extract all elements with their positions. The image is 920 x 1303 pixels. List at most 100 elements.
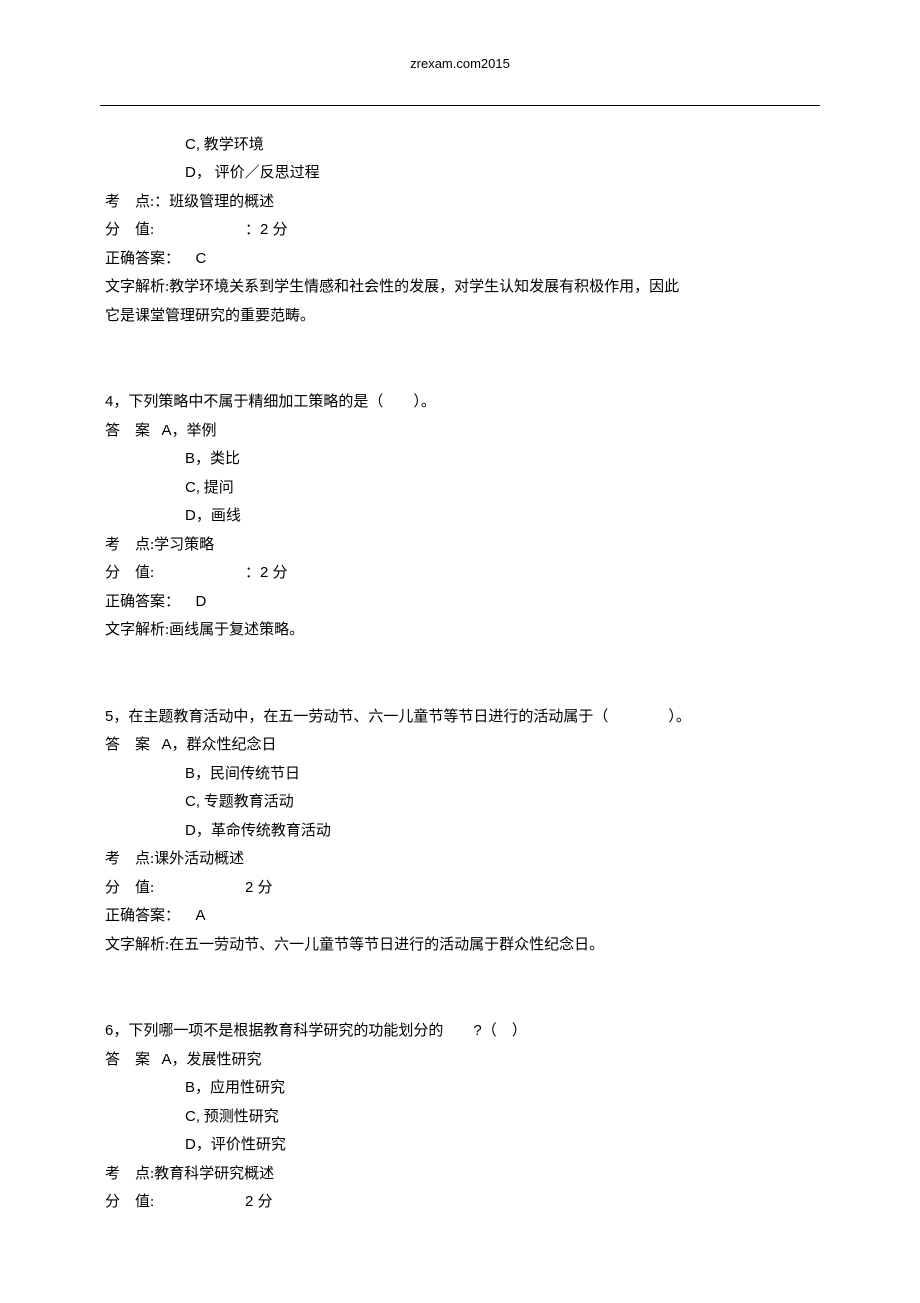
option-letter: C, xyxy=(185,1108,200,1125)
answer-value: D xyxy=(196,593,207,610)
option-text: 革命传统教育活动 xyxy=(211,823,331,839)
question-stem: 4，下列策略中不属于精细加工策略的是（ ）。 xyxy=(105,388,815,417)
analysis-label: 文字解析: xyxy=(105,279,169,295)
exam-point-value: 课外活动概述 xyxy=(154,851,244,867)
answer-row: 正确答案： D xyxy=(105,588,815,617)
question-5: 5，在主题教育活动中，在五一劳动节、六一儿童节等节日进行的活动属于（ ）。 答 … xyxy=(105,703,815,960)
answer-label: 正确答案： xyxy=(105,594,180,610)
answer-label: 正确答案： xyxy=(105,251,180,267)
option-text: 教学环境 xyxy=(204,137,264,153)
question-stem: 5，在主题教育活动中，在五一劳动节、六一儿童节等节日进行的活动属于（ ）。 xyxy=(105,703,815,732)
option-letter: A， xyxy=(162,1051,187,1068)
answer-value: C xyxy=(196,250,207,267)
option-letter: A， xyxy=(162,736,187,753)
option-letter: C, xyxy=(185,793,200,810)
answer-prefix: 答 案 xyxy=(105,737,150,753)
analysis-text: 教学环境关系到学生情感和社会性的发展，对学生认知发展有积极作用，因此 xyxy=(169,279,679,295)
option-letter: D， xyxy=(185,822,211,839)
question-number: 5， xyxy=(105,708,128,725)
option-letter: C, xyxy=(185,136,200,153)
question-number: 6， xyxy=(105,1022,128,1039)
exam-point-row: 考 点:教育科学研究概述 xyxy=(105,1160,815,1189)
score-label: 分 值: xyxy=(105,559,210,588)
exam-point-value: ：班级管理的概述 xyxy=(154,194,274,210)
option-letter: C, xyxy=(185,479,200,496)
stem-text: 在主题教育活动中，在五一劳动节、六一儿童节等节日进行的活动属于（ ）。 xyxy=(128,709,691,725)
option-text: 评价／反思过程 xyxy=(215,165,320,181)
option-letter: D， xyxy=(185,507,211,524)
exam-point-row: 考 点:课外活动概述 xyxy=(105,845,815,874)
analysis-label: 文字解析: xyxy=(105,622,169,638)
option-a: 答 案 A，发展性研究 xyxy=(105,1046,815,1075)
option-text: 提问 xyxy=(204,480,234,496)
analysis-row: 文字解析:教学环境关系到学生情感和社会性的发展，对学生认知发展有积极作用，因此 xyxy=(105,273,815,302)
option-d: D，革命传统教育活动 xyxy=(105,817,815,846)
score-row: 分 值:：2 分 xyxy=(105,216,815,245)
option-text: 群众性纪念日 xyxy=(187,737,277,753)
option-letter: B， xyxy=(185,765,210,782)
option-letter: D， xyxy=(185,1136,211,1153)
score-row: 分 值: ：2 分 xyxy=(105,559,815,588)
score-label: 分 值: xyxy=(105,1188,210,1217)
option-letter: D， xyxy=(185,164,211,181)
option-letter: A， xyxy=(162,422,187,439)
option-text: 民间传统节日 xyxy=(210,766,300,782)
option-d: D，画线 xyxy=(105,502,815,531)
stem-text-2: ?（ ） xyxy=(473,1022,526,1039)
option-c: C, 专题教育活动 xyxy=(105,788,815,817)
answer-label: 正确答案： xyxy=(105,908,180,924)
answer-row: 正确答案： C xyxy=(105,245,815,274)
document-content: C, 教学环境 D， 评价／反思过程 考 点:：班级管理的概述 分 值:：2 分… xyxy=(0,106,920,1217)
option-b: B，类比 xyxy=(105,445,815,474)
score-label: 分 值: xyxy=(105,874,210,903)
option-text: 专题教育活动 xyxy=(204,794,294,810)
option-d: D，评价性研究 xyxy=(105,1131,815,1160)
analysis-row-2: 它是课堂管理研究的重要范畴。 xyxy=(105,302,815,331)
analysis-label: 文字解析: xyxy=(105,937,169,953)
exam-point-label: 考 点: xyxy=(105,851,154,867)
answer-prefix: 答 案 xyxy=(105,423,150,439)
answer-value: A xyxy=(196,907,206,924)
option-a: 答 案 A，群众性纪念日 xyxy=(105,731,815,760)
option-letter: B， xyxy=(185,1079,210,1096)
option-c: C, 教学环境 xyxy=(105,131,815,160)
question-number: 4， xyxy=(105,393,128,410)
exam-point-row: 考 点:：班级管理的概述 xyxy=(105,188,815,217)
score-row: 分 值:2 分 xyxy=(105,874,815,903)
option-a: 答 案 A，举例 xyxy=(105,417,815,446)
option-b: B，应用性研究 xyxy=(105,1074,815,1103)
option-text: 应用性研究 xyxy=(210,1080,285,1096)
option-letter: B， xyxy=(185,450,210,467)
option-text: 发展性研究 xyxy=(187,1052,262,1068)
exam-point-label: 考 点: xyxy=(105,537,154,553)
analysis-text: 画线属于复述策略。 xyxy=(169,622,304,638)
option-c: C, 预测性研究 xyxy=(105,1103,815,1132)
question-4: 4，下列策略中不属于精细加工策略的是（ ）。 答 案 A，举例 B，类比 C, … xyxy=(105,388,815,645)
answer-prefix: 答 案 xyxy=(105,1052,150,1068)
stem-text: 下列策略中不属于精细加工策略的是（ ）。 xyxy=(128,394,436,410)
header-text: zrexam.com2015 xyxy=(410,56,510,71)
answer-row: 正确答案： A xyxy=(105,902,815,931)
exam-point-value: 教育科学研究概述 xyxy=(154,1166,274,1182)
option-text: 预测性研究 xyxy=(204,1109,279,1125)
option-b: B，民间传统节日 xyxy=(105,760,815,789)
score-value: ：2 分 xyxy=(245,564,288,581)
analysis-row: 文字解析:画线属于复述策略。 xyxy=(105,616,815,645)
question-3-partial: C, 教学环境 D， 评价／反思过程 考 点:：班级管理的概述 分 值:：2 分… xyxy=(105,131,815,331)
exam-point-value: 学习策略 xyxy=(154,537,214,553)
option-text: 画线 xyxy=(211,508,241,524)
analysis-text: 它是课堂管理研究的重要范畴。 xyxy=(105,308,315,324)
option-text: 类比 xyxy=(210,451,240,467)
exam-point-row: 考 点:学习策略 xyxy=(105,531,815,560)
question-6: 6，下列哪一项不是根据教育科学研究的功能划分的?（ ） 答 案 A，发展性研究 … xyxy=(105,1017,815,1217)
option-d: D， 评价／反思过程 xyxy=(105,159,815,188)
score-value: 2 分 xyxy=(245,1193,273,1210)
exam-point-label: 考 点: xyxy=(105,194,154,210)
page-header: zrexam.com2015 xyxy=(0,0,920,77)
option-text: 评价性研究 xyxy=(211,1137,286,1153)
analysis-text: 在五一劳动节、六一儿童节等节日进行的活动属于群众性纪念日。 xyxy=(169,937,604,953)
stem-text: 下列哪一项不是根据教育科学研究的功能划分的 xyxy=(128,1023,443,1039)
score-value: ：2 分 xyxy=(245,221,288,238)
question-stem: 6，下列哪一项不是根据教育科学研究的功能划分的 ?（ ） xyxy=(105,1017,815,1046)
score-row: 分 值: 2 分 xyxy=(105,1188,815,1217)
